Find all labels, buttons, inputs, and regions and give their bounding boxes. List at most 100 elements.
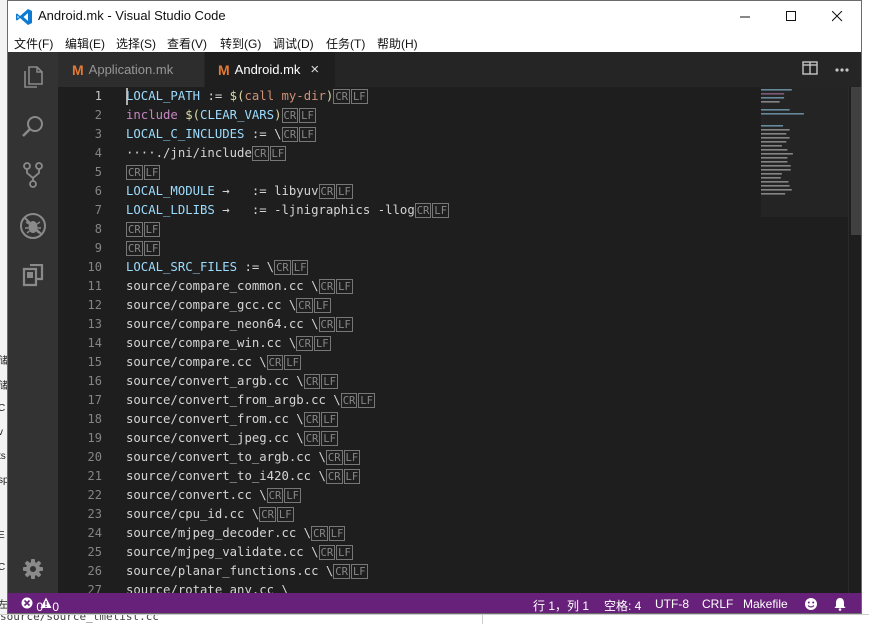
close-window-button[interactable] — [814, 1, 860, 32]
explorer-button[interactable] — [8, 53, 58, 101]
scrollbar-thumb[interactable] — [851, 87, 861, 235]
code-token: source/compare.cc \ — [126, 355, 267, 369]
eol-marker: CR — [303, 374, 321, 389]
eol-marker: CR — [318, 279, 336, 294]
code-line: source/convert_from_argb.cc \ CR LF — [126, 391, 376, 410]
minimap-line — [761, 149, 788, 151]
line-number: 10 — [87, 260, 102, 274]
eol-marker: CR — [126, 222, 143, 237]
code-line: CR LF — [126, 163, 161, 182]
eol-marker: LF — [336, 279, 353, 294]
code-line: source/compare.cc \ CR LF — [126, 353, 302, 372]
language-mode[interactable]: Makefile — [743, 597, 788, 611]
no-bug-icon — [20, 213, 46, 239]
code-token: source/rotate_any.cc \ — [126, 583, 289, 593]
tab-android-mk[interactable]: M Android.mk × — [205, 52, 335, 87]
split-editor-button[interactable] — [802, 61, 820, 79]
line-number: 3 — [94, 127, 102, 141]
minimap-line — [761, 109, 790, 111]
menu-selection[interactable]: 选择(S) — [116, 35, 156, 52]
eol-marker: CR — [333, 564, 350, 579]
line-number: 5 — [94, 165, 102, 179]
menu-view[interactable]: 查看(V) — [167, 35, 207, 52]
bg-fragment: 左 — [0, 600, 7, 611]
code-token: := \ — [244, 127, 282, 141]
menu-edit[interactable]: 编辑(E) — [65, 35, 105, 52]
line-number: 9 — [94, 241, 102, 255]
debug-button[interactable] — [8, 202, 58, 250]
makefile-icon: M — [72, 61, 84, 78]
tab-application-mk[interactable]: M Application.mk — [58, 52, 204, 87]
manage-button[interactable] — [8, 545, 58, 593]
minimap-line — [761, 137, 790, 139]
vscode-logo-icon — [16, 9, 32, 25]
eol-marker: LF — [321, 431, 338, 446]
eol-marker: LF — [276, 507, 294, 522]
bell-icon — [834, 598, 846, 611]
code-line: include $(CLEAR_VARS) CR LF — [126, 106, 317, 125]
title-bar[interactable]: Android.mk - Visual Studio Code — [8, 1, 861, 32]
code-line: source/mjpeg_validate.cc \ CR LF — [126, 543, 354, 562]
code-line: source/convert_jpeg.cc \ CR LF — [126, 429, 339, 448]
maximize-button[interactable] — [768, 1, 814, 32]
encoding[interactable]: UTF-8 — [655, 597, 689, 611]
line-number: 23 — [87, 507, 102, 521]
line-number: 11 — [87, 279, 102, 293]
eol-marker: CR — [126, 165, 143, 180]
code-line: CR LF — [126, 220, 161, 239]
eol-marker: LF — [313, 336, 331, 351]
code-token: → := -ljnigraphics -llog — [214, 203, 415, 217]
tab-label: Application.mk — [88, 62, 174, 77]
line-number: 20 — [87, 450, 102, 464]
minimap[interactable] — [761, 87, 851, 593]
more-actions-button[interactable] — [834, 61, 852, 79]
line-number: 25 — [87, 545, 102, 559]
line-number: 4 — [94, 146, 102, 160]
eol-marker: CR — [296, 336, 313, 351]
vertical-scrollbar[interactable] — [848, 87, 861, 593]
bg-fragment: sp — [0, 475, 7, 486]
source-control-button[interactable] — [8, 151, 58, 199]
code-token: source/convert_to_i420.cc \ — [126, 469, 326, 483]
eol-marker: CR — [318, 317, 336, 332]
minimize-button[interactable] — [722, 1, 768, 32]
minimap-line — [761, 193, 786, 195]
problems-indicator[interactable]: 0 0 — [21, 596, 59, 613]
indentation[interactable]: 空格: 4 — [604, 597, 641, 613]
line-number: 2 — [94, 108, 102, 122]
line-number: 22 — [87, 488, 102, 502]
code-token: source/compare_neon64.cc \ — [126, 317, 319, 331]
line-number: 19 — [87, 431, 102, 445]
cursor-position[interactable]: 行 1，列 1 — [533, 597, 589, 613]
eol-marker: CR — [303, 412, 321, 427]
code-token: LOCAL_C_INCLUDES — [126, 127, 245, 141]
menu-goto[interactable]: 转到(G) — [220, 35, 261, 52]
eol-marker: CR — [311, 526, 328, 541]
tab-close-button[interactable]: × — [310, 61, 319, 78]
menu-debug[interactable]: 调试(D) — [273, 35, 314, 52]
code-token: ····./jni/include — [126, 146, 252, 160]
code-token: source/convert_from_argb.cc \ — [126, 393, 341, 407]
line-number: 15 — [87, 355, 102, 369]
line-ending[interactable]: CRLF — [702, 597, 733, 611]
line-number: 18 — [87, 412, 102, 426]
code-token: source/mjpeg_decoder.cc \ — [126, 526, 312, 540]
notifications-button[interactable] — [833, 597, 847, 613]
search-button[interactable] — [8, 102, 58, 150]
eol-marker: LF — [269, 146, 287, 161]
code-line: LOCAL_C_INCLUDES := \ CR LF — [126, 125, 317, 144]
extensions-button[interactable] — [8, 252, 58, 300]
minimap-line — [761, 97, 785, 99]
menu-help[interactable]: 帮助(H) — [377, 35, 418, 52]
code-token: CLEAR_VARS — [200, 108, 275, 122]
line-number: 13 — [87, 317, 102, 331]
code-token: source/compare_common.cc \ — [126, 279, 319, 293]
menu-file[interactable]: 文件(F) — [14, 35, 53, 52]
bg-bottom-text: source/source_tmelist.cc — [0, 614, 159, 623]
code-line: source/compare_common.cc \ CR LF — [126, 277, 354, 296]
code-editor[interactable]: 1 2 3 4 5 6 7 8 9 10 11 12 13 14 15 16 17 18 19 20 21 22 23 24 2… — [58, 87, 861, 593]
eol-marker: LF — [299, 127, 316, 142]
feedback-button[interactable] — [804, 597, 818, 613]
menu-tasks[interactable]: 任务(T) — [326, 35, 365, 52]
eol-marker: LF — [336, 317, 353, 332]
